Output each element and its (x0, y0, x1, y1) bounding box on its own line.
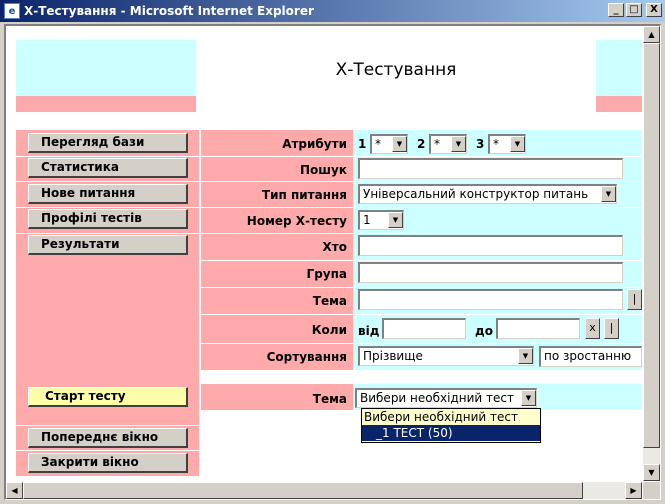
chevron-down-icon: ▼ (510, 136, 525, 152)
title-bar: e Х-Тестування - Microsoft Internet Expl… (0, 0, 665, 22)
chevron-down-icon: ▼ (451, 136, 466, 152)
chevron-down-icon: ▼ (388, 212, 403, 228)
new-question-button[interactable]: Нове питання (28, 184, 188, 204)
attribute-1-index: 1 (358, 137, 367, 151)
group-input[interactable] (358, 262, 623, 283)
scroll-left-icon[interactable]: ◀ (6, 482, 23, 499)
search-label: Пошук (300, 163, 347, 177)
chevron-down-icon: ▼ (521, 390, 536, 406)
sort-label: Сортування (266, 350, 347, 364)
window-controls: _ □ X (608, 3, 662, 17)
page-title: Х-Тестування (335, 60, 457, 80)
x-test-number-value: 1 (363, 213, 371, 227)
sort-order-field[interactable]: по зростанню (539, 346, 642, 367)
when-label: Коли (311, 323, 347, 337)
question-type-value: Універсальний конструктор питань (363, 187, 589, 201)
test-option-1[interactable]: _1 ТЕСТ (50) (362, 425, 540, 441)
date-to-input[interactable] (496, 318, 580, 339)
window-title: Х-Тестування - Microsoft Internet Explor… (24, 4, 314, 18)
date-from-label: від (358, 324, 380, 338)
test-option-placeholder[interactable]: Вибери необхідний тест (362, 409, 540, 425)
chevron-down-icon: ▼ (601, 186, 616, 202)
topic-picker-button[interactable]: | (627, 289, 642, 310)
browser-viewport: Х-Тестування Перегляд бази Статистика Но… (4, 24, 661, 500)
header-left-block (16, 40, 196, 96)
results-button[interactable]: Результати (28, 235, 188, 255)
header-right-bar (596, 96, 642, 112)
chevron-down-icon: ▼ (518, 348, 533, 364)
attribute-1-value: * (375, 137, 381, 151)
horizontal-scroll-thumb[interactable] (23, 482, 583, 499)
spacer-left (16, 370, 199, 384)
search-input[interactable] (358, 158, 623, 179)
date-picker-button[interactable]: | (604, 318, 619, 339)
attribute-3-index: 3 (476, 137, 485, 151)
clear-dates-button[interactable]: x (585, 318, 600, 339)
vertical-scrollbar[interactable]: ▲ ▼ (643, 26, 660, 481)
attribute-1-select[interactable]: * ▼ (370, 134, 408, 154)
vertical-scroll-thumb[interactable] (643, 43, 660, 448)
x-test-number-label: Номер Х-тесту (246, 214, 347, 228)
attribute-2-value: * (434, 137, 440, 151)
topic-label: Тема (312, 294, 347, 308)
group-label: Група (306, 267, 347, 281)
sort-field-value: Прізвище (363, 349, 423, 363)
sort-field-select[interactable]: Прізвище ▼ (358, 346, 534, 366)
statistics-button[interactable]: Статистика (28, 158, 188, 178)
scroll-down-icon[interactable]: ▼ (643, 464, 660, 481)
view-database-button[interactable]: Перегляд бази (28, 133, 188, 153)
maximize-button[interactable]: □ (626, 3, 642, 17)
date-to-label: до (475, 324, 493, 338)
header-right-block (596, 40, 642, 96)
start-test-button[interactable]: Старт тесту (28, 387, 188, 407)
test-select-value: Вибери необхідний тест (360, 391, 514, 405)
who-input[interactable] (358, 235, 623, 256)
close-page-button[interactable]: Закрити вікно (28, 453, 188, 473)
question-type-label: Тип питання (261, 188, 347, 202)
scroll-up-icon[interactable]: ▲ (643, 26, 660, 43)
attributes-label: Атрибути (282, 137, 347, 151)
topic-input[interactable] (358, 289, 623, 310)
test-select[interactable]: Вибери необхідний тест ▼ (355, 388, 537, 408)
attribute-2-index: 2 (417, 137, 426, 151)
chevron-down-icon: ▼ (392, 136, 407, 152)
attribute-3-value: * (493, 137, 499, 151)
horizontal-scrollbar[interactable]: ◀ ▶ (6, 482, 642, 499)
scrollbar-corner (643, 482, 660, 499)
test-select-dropdown: Вибери необхідний тест _1 ТЕСТ (50) (361, 408, 541, 443)
attribute-3-select[interactable]: * ▼ (488, 134, 526, 154)
start-topic-label: Тема (312, 392, 347, 406)
test-profiles-button[interactable]: Профілі тестів (28, 209, 188, 229)
who-label: Хто (322, 240, 347, 254)
previous-window-button[interactable]: Попереднє вікно (28, 428, 188, 448)
scroll-right-icon[interactable]: ▶ (625, 482, 642, 499)
minimize-button[interactable]: _ (608, 3, 624, 17)
header-left-bar (16, 96, 196, 112)
question-type-select[interactable]: Універсальний конструктор питань ▼ (358, 184, 617, 204)
ie-icon: e (4, 3, 20, 19)
close-window-button[interactable]: X (646, 3, 662, 17)
date-from-input[interactable] (382, 318, 466, 339)
x-test-number-select[interactable]: 1 ▼ (358, 210, 404, 230)
attribute-2-select[interactable]: * ▼ (429, 134, 467, 154)
page-content: Х-Тестування Перегляд бази Статистика Но… (6, 26, 642, 481)
